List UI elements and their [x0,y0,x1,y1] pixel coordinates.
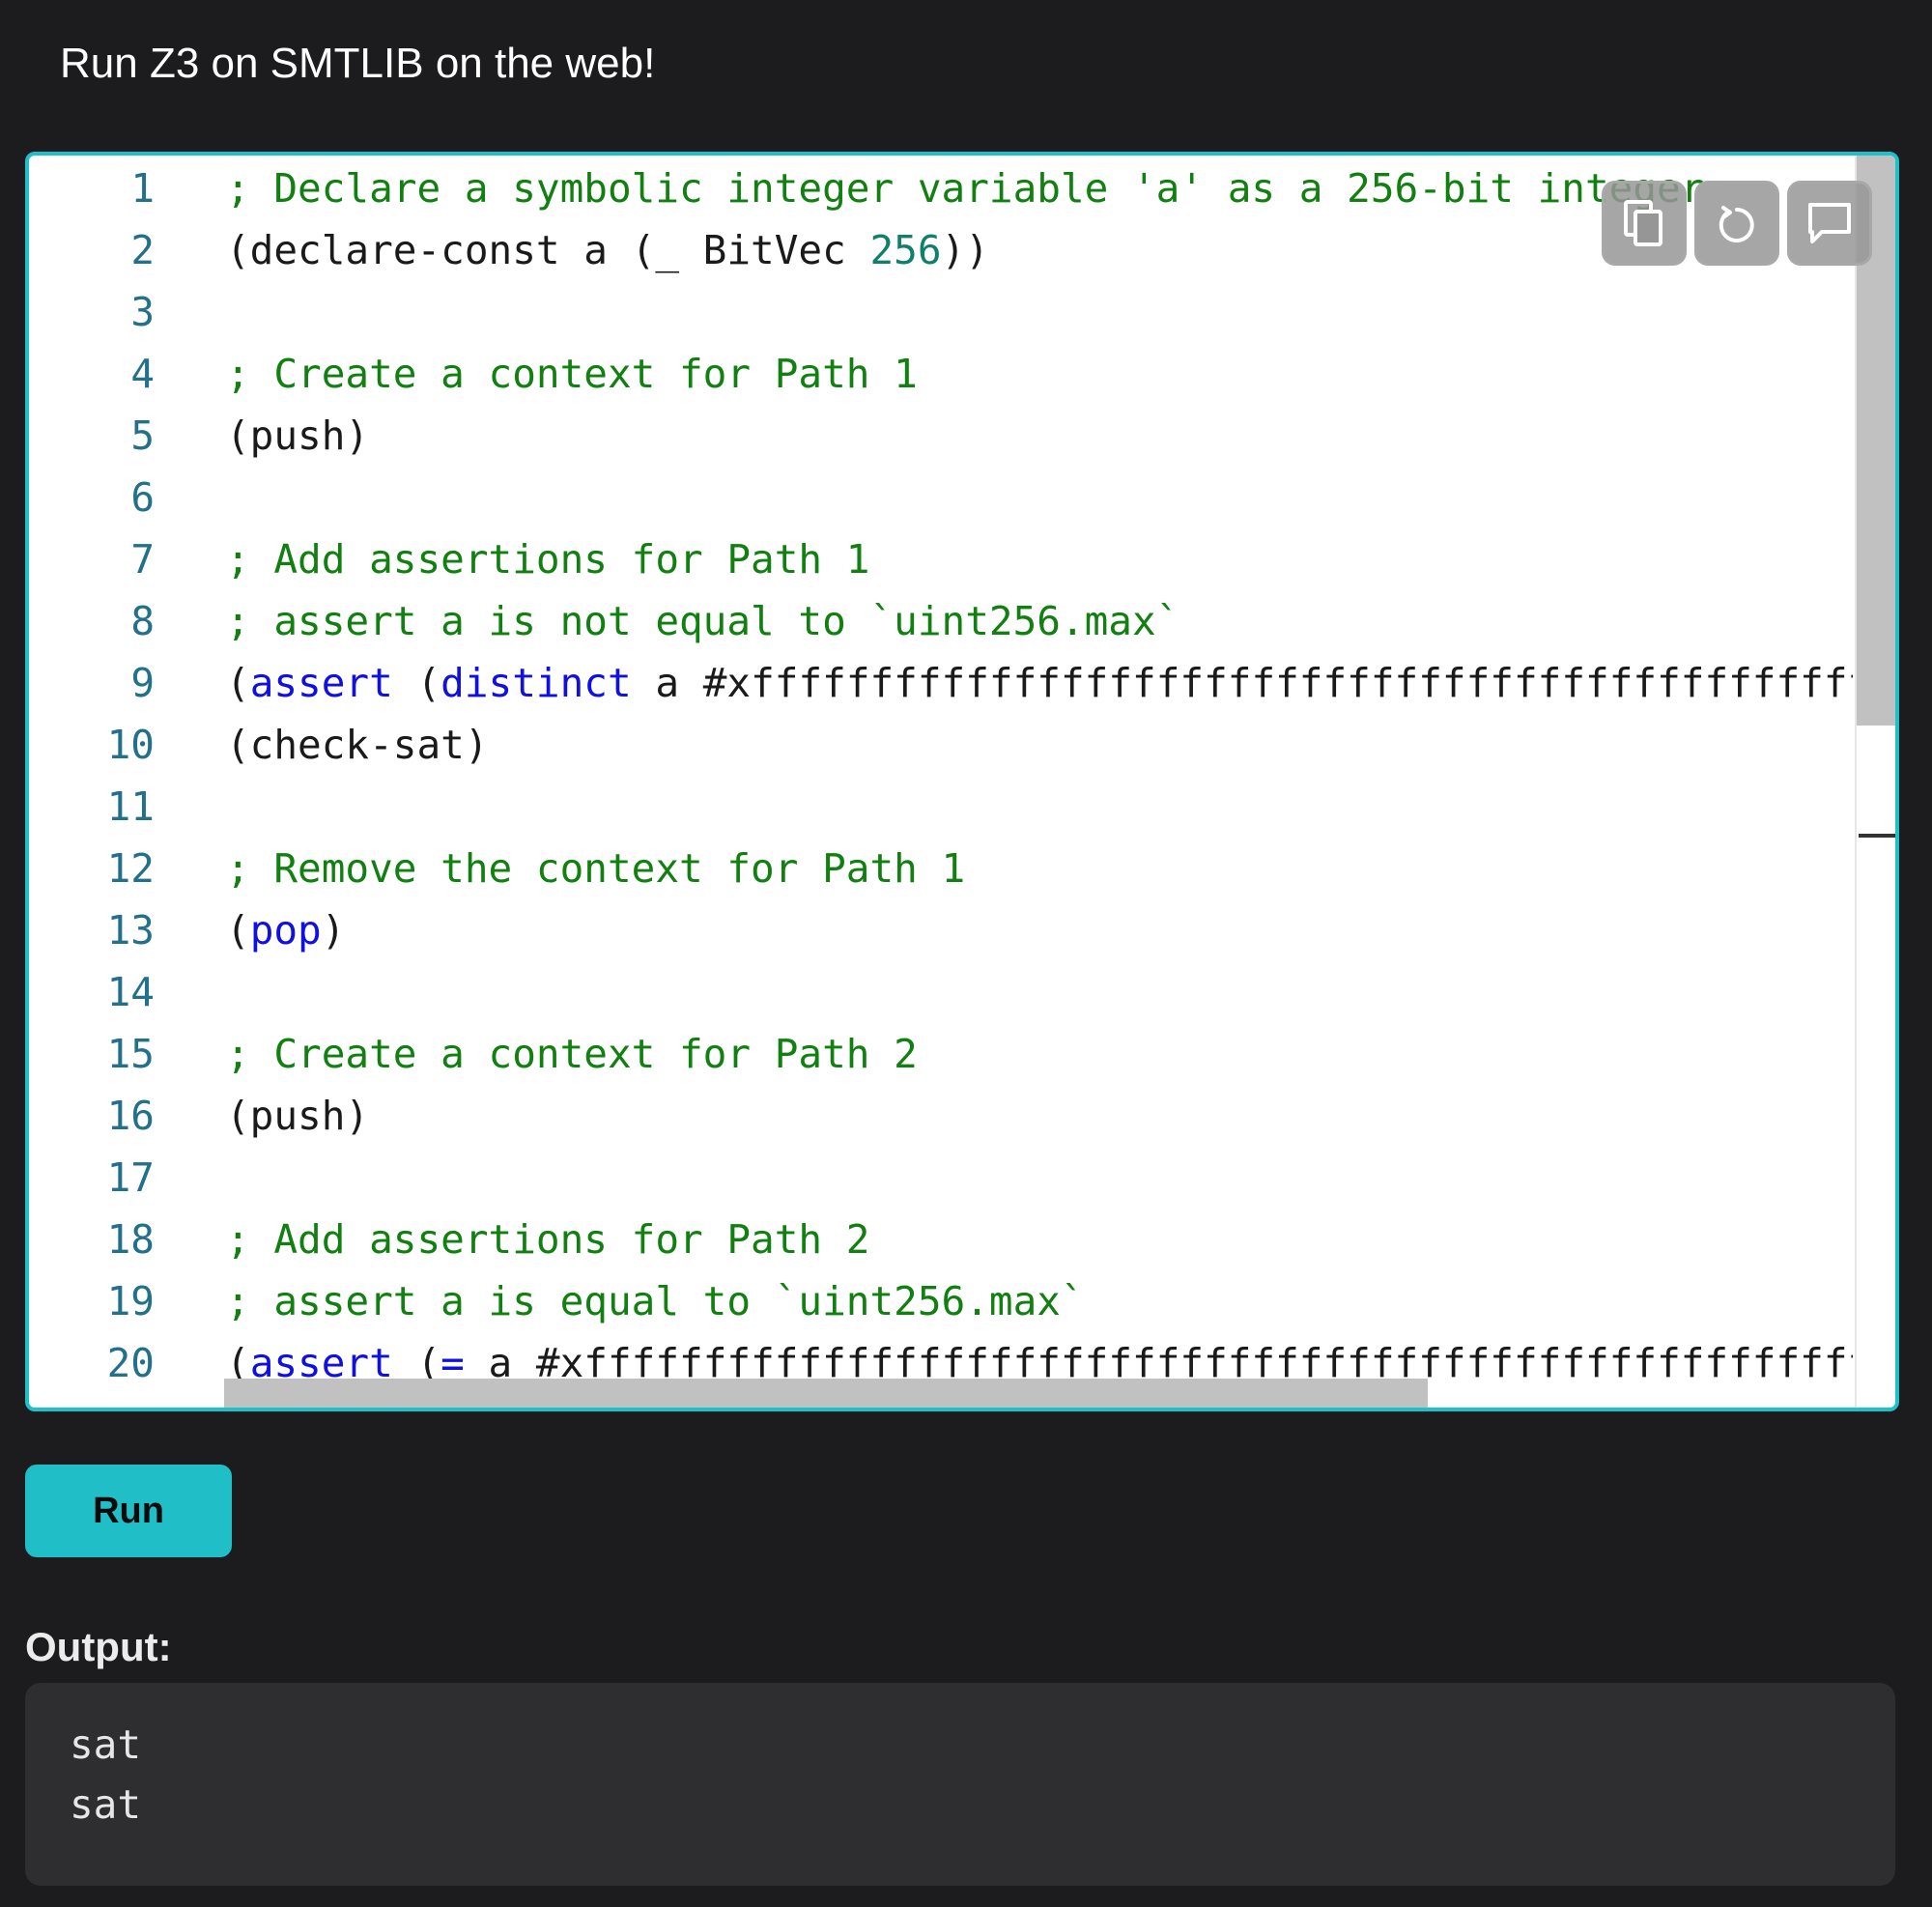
line-number: 18 [106,1216,155,1263]
code-token-comment: ; Create a context for Path 1 [226,351,918,397]
code-token-plain: ) [321,907,346,954]
code-token-comment: ; Add assertions for Path 1 [226,536,870,583]
code-line[interactable]: 15 ; Create a context for Path 2 [29,1023,1853,1085]
line-number: 2 [130,227,155,273]
reset-button[interactable] [1694,181,1779,266]
code-token-plain: a #xffffffffffffffffffffffffffffffffffff… [655,660,1853,706]
line-number: 14 [106,969,155,1015]
output-line: sat [70,1781,142,1828]
code-line[interactable]: 6 [29,467,1853,528]
code-token-number: 256 [869,227,942,273]
code-token-keyword: pop [249,907,322,954]
line-number: 8 [130,598,155,644]
code-line[interactable]: 11 [29,776,1853,838]
line-text: (assert (distinct a #xffffffffffffffffff… [226,652,1853,714]
line-number: 7 [130,536,155,583]
code-editor[interactable]: 1 ; Declare a symbolic integer variable '… [25,152,1899,1411]
line-number: 3 [130,289,155,335]
code-line[interactable]: 14 [29,961,1853,1023]
code-line[interactable]: 17 [29,1147,1853,1209]
comment-button[interactable] [1787,181,1872,266]
code-line[interactable]: 8 ; assert a is not equal to `uint256.max… [29,590,1853,652]
line-number: 13 [106,907,155,954]
line-text: (push) [226,1085,369,1147]
code-token-comment: ; Remove the context for Path 1 [226,845,966,892]
code-token-comment: ; Add assertions for Path 2 [226,1216,870,1263]
line-number: 9 [130,660,155,706]
code-line[interactable]: 12 ; Remove the context for Path 1 [29,838,1853,899]
code-line[interactable]: 9 (assert (distinct a #xfffffffffffffffff… [29,652,1853,714]
vertical-scrollbar[interactable] [1855,156,1895,1408]
line-number: 6 [130,474,155,521]
output-panel: sat sat [25,1683,1895,1886]
reset-icon [1718,204,1756,242]
line-text: ; Add assertions for Path 1 [226,528,869,590]
line-text: ; Add assertions for Path 2 [226,1209,869,1270]
code-line[interactable]: 10 (check-sat) [29,714,1853,776]
line-number: 20 [106,1340,155,1386]
line-number: 10 [106,722,155,768]
line-text: (push) [226,405,369,467]
page-title: Run Z3 on SMTLIB on the web! [60,40,656,87]
code-token-comment: ; assert a is not equal to `uint256.max` [226,598,1180,644]
code-token-plain: (declare-const a (_ BitVec [226,227,870,273]
output-line: sat [70,1722,142,1768]
code-line[interactable]: 19 ; assert a is equal to `uint256.max` [29,1270,1853,1332]
copy-button[interactable] [1602,181,1687,266]
comment-icon [1806,201,1853,245]
code-token-comment: ; Create a context for Path 2 [226,1031,918,1077]
run-button[interactable]: Run [25,1465,232,1557]
line-number: 11 [106,783,155,830]
line-number: 15 [106,1031,155,1077]
output-label: Output: [25,1624,172,1669]
code-token-plain: ( [392,660,441,706]
code-token-comment: ; Declare a symbolic integer variable 'a… [226,165,1705,212]
code-token-plain: (push) [226,413,370,459]
code-token-plain: ( [226,660,250,706]
line-number: 16 [106,1093,155,1139]
line-text: ; Create a context for Path 2 [226,1023,918,1085]
code-token-keyword: distinct [440,660,632,706]
code-token-plain: )) [941,227,989,273]
line-text: ; Create a context for Path 1 [226,343,918,405]
line-text: ; assert a is equal to `uint256.max` [226,1270,1085,1332]
code-line[interactable]: 3 [29,281,1853,343]
code-line[interactable]: 2 (declare-const a (_ BitVec 256)) [29,219,1853,281]
line-number: 17 [106,1154,155,1201]
code-line[interactable]: 1 ; Declare a symbolic integer variable '… [29,157,1853,219]
code-line[interactable]: 7 ; Add assertions for Path 1 [29,528,1853,590]
code-token-plain: ( [226,907,250,954]
code-line[interactable]: 16 (push) [29,1085,1853,1147]
line-text: ; assert a is not equal to `uint256.max` [226,590,1179,652]
line-text: ; Remove the context for Path 1 [226,838,965,899]
copy-icon [1623,199,1665,247]
code-line[interactable]: 4 ; Create a context for Path 1 [29,343,1853,405]
line-number: 19 [106,1278,155,1324]
code-token-plain: (push) [226,1093,370,1139]
horizontal-scrollbar-thumb[interactable] [224,1379,1428,1408]
scrollbar-marker [1859,834,1895,838]
code-token-comment: ; assert a is equal to `uint256.max` [226,1278,1085,1324]
code-token-keyword: assert [249,660,393,706]
code-line[interactable]: 13 (pop) [29,899,1853,961]
line-number: 4 [130,351,155,397]
line-text: (pop) [226,899,345,961]
line-number: 1 [130,165,155,212]
line-number: 12 [106,845,155,892]
code-line[interactable]: 5 (push) [29,405,1853,467]
editor-toolbar [1602,181,1872,266]
code-token-plain: (check-sat) [226,722,489,768]
line-text: (check-sat) [226,714,489,776]
code-area[interactable]: 1 ; Declare a symbolic integer variable '… [29,156,1853,1408]
code-line[interactable]: 18 ; Add assertions for Path 2 [29,1209,1853,1270]
line-text: ; Declare a symbolic integer variable 'a… [226,157,1704,219]
line-text: (declare-const a (_ BitVec 256)) [226,219,989,281]
line-number: 5 [130,413,155,459]
